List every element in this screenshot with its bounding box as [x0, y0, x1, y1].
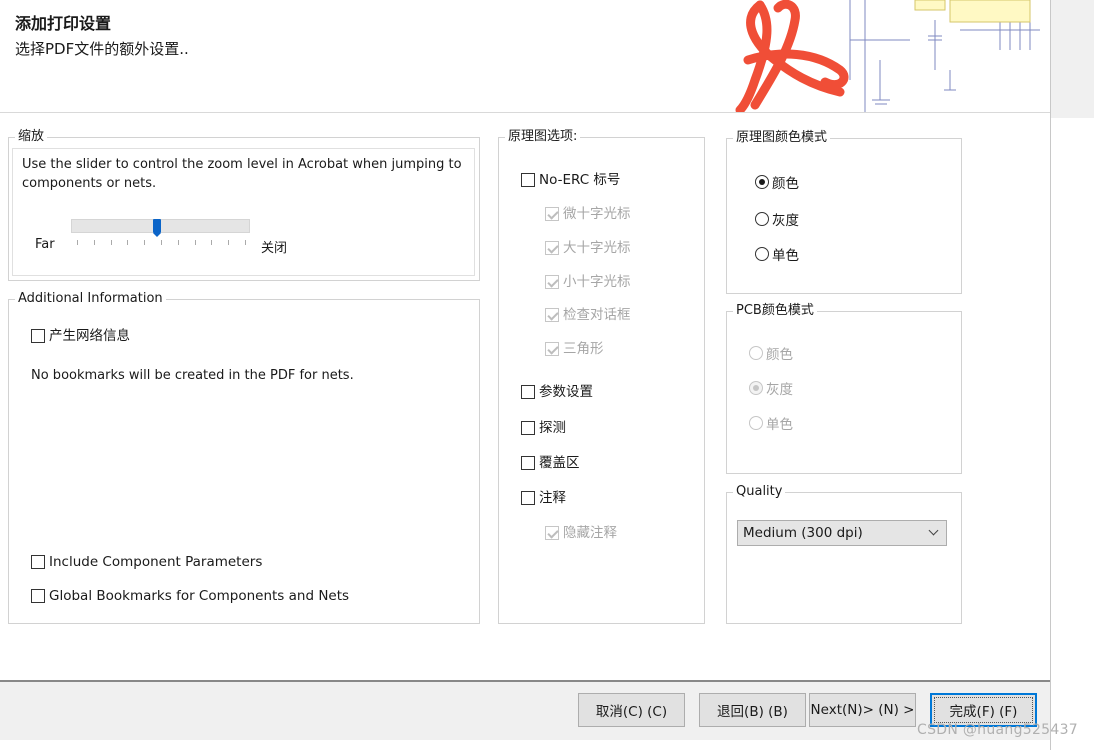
- checkbox-box[interactable]: [521, 491, 535, 505]
- sub-option-4-checkbox: 检查对话框: [545, 307, 631, 323]
- param-settings-label: 参数设置: [539, 384, 593, 400]
- schematic-options-legend: 原理图选项:: [505, 129, 581, 145]
- checkbox-box[interactable]: [521, 173, 535, 187]
- probe-label: 探测: [539, 420, 566, 436]
- include-params-label: Include Component Parameters: [49, 554, 263, 570]
- slider-tick: [144, 240, 145, 245]
- cover-area-label: 覆盖区: [539, 455, 580, 471]
- sch-color-label: 颜色: [772, 176, 799, 192]
- sch-color-radio[interactable]: 颜色: [755, 172, 799, 192]
- hide-notes-label: 隐藏注释: [563, 525, 617, 541]
- radio-circle: [749, 416, 763, 430]
- radio-circle[interactable]: [755, 212, 769, 226]
- param-settings-checkbox[interactable]: 参数设置: [521, 384, 593, 400]
- pcb-color-label: 颜色: [766, 347, 793, 363]
- slider-tick: [94, 240, 95, 245]
- sub-option-5-label: 三角形: [563, 341, 604, 357]
- notes-checkbox[interactable]: 注释: [521, 490, 566, 506]
- checkbox-box[interactable]: [521, 421, 535, 435]
- sch-mono-radio[interactable]: 单色: [755, 244, 799, 264]
- slider-tick: [127, 240, 128, 245]
- pcb-mono-label: 单色: [766, 417, 793, 433]
- hide-notes-checkbox: 隐藏注释: [545, 525, 617, 541]
- radio-circle: [749, 381, 763, 395]
- watermark-text: CSDN @huang525437: [917, 722, 1078, 738]
- net-info-label: 产生网络信息: [49, 328, 130, 344]
- zoom-legend: 缩放: [15, 129, 48, 145]
- radio-circle[interactable]: [755, 247, 769, 261]
- sch-color-mode-legend: 原理图颜色模式: [733, 130, 831, 146]
- include-params-checkbox[interactable]: Include Component Parameters: [31, 554, 262, 570]
- global-bookmarks-checkbox[interactable]: Global Bookmarks for Components and Nets: [31, 588, 349, 604]
- checkbox-box[interactable]: [31, 589, 45, 603]
- no-erc-checkbox[interactable]: No-ERC 标号: [521, 172, 620, 188]
- sch-grayscale-radio[interactable]: 灰度: [755, 209, 799, 229]
- acrobat-logo-icon: [700, 0, 1050, 112]
- checkbox-box[interactable]: [521, 385, 535, 399]
- net-info-checkbox[interactable]: 产生网络信息: [31, 328, 130, 344]
- probe-checkbox[interactable]: 探测: [521, 420, 566, 436]
- checkbox-box[interactable]: [521, 456, 535, 470]
- zoom-slider-thumb[interactable]: [153, 219, 161, 237]
- radio-circle[interactable]: [755, 175, 769, 189]
- pcb-color-radio: 颜色: [749, 343, 793, 363]
- cover-area-checkbox[interactable]: 覆盖区: [521, 455, 580, 471]
- sub-option-2-label: 大十字光标: [563, 240, 631, 256]
- next-button[interactable]: Next(N)> (N) >: [809, 693, 916, 727]
- quality-group: Quality: [726, 484, 962, 624]
- finish-button-label: 完成(F) (F): [949, 704, 1018, 720]
- zoom-far-label: Far: [35, 237, 55, 252]
- slider-tick: [245, 240, 246, 245]
- notes-label: 注释: [539, 490, 566, 506]
- sub-option-4-label: 检查对话框: [563, 307, 631, 323]
- pcb-mono-radio: 单色: [749, 413, 793, 433]
- slider-tick: [195, 240, 196, 245]
- slider-tick: [111, 240, 112, 245]
- checkbox-box: [545, 526, 559, 540]
- sch-grayscale-label: 灰度: [772, 213, 799, 229]
- sub-option-3-checkbox: 小十字光标: [545, 274, 631, 290]
- net-bookmarks-note: No bookmarks will be created in the PDF …: [31, 368, 354, 383]
- pcb-grayscale-label: 灰度: [766, 382, 793, 398]
- checkbox-box: [545, 308, 559, 322]
- sub-option-2-checkbox: 大十字光标: [545, 240, 631, 256]
- sub-option-1-checkbox: 微十字光标: [545, 206, 631, 222]
- back-button[interactable]: 退回(B) (B): [699, 693, 806, 727]
- checkbox-box: [545, 275, 559, 289]
- checkbox-box[interactable]: [31, 329, 45, 343]
- checkbox-box: [545, 207, 559, 221]
- sub-option-1-label: 微十字光标: [563, 206, 631, 222]
- background-window-strip: [1051, 0, 1094, 118]
- acrobat-banner-image: [700, 0, 1050, 112]
- radio-circle: [749, 346, 763, 360]
- slider-tick: [211, 240, 212, 245]
- additional-info-legend: Additional Information: [15, 291, 166, 307]
- no-erc-label: No-ERC 标号: [539, 172, 621, 188]
- checkbox-box[interactable]: [31, 555, 45, 569]
- sub-option-5-checkbox: 三角形: [545, 341, 604, 357]
- sch-mono-label: 单色: [772, 248, 799, 264]
- slider-tick: [228, 240, 229, 245]
- zoom-description: Use the slider to control the zoom level…: [22, 157, 462, 191]
- slider-tick: [161, 240, 162, 245]
- checkbox-box: [545, 241, 559, 255]
- header-separator: [0, 112, 1050, 113]
- chevron-down-icon: [928, 525, 939, 536]
- pcb-grayscale-radio: 灰度: [749, 378, 793, 398]
- quality-select[interactable]: Medium (300 dpi): [737, 520, 947, 546]
- slider-tick: [77, 240, 78, 245]
- sub-option-3-label: 小十字光标: [563, 274, 631, 290]
- quality-legend: Quality: [733, 484, 786, 500]
- page-title: 添加打印设置: [15, 14, 112, 33]
- cancel-button[interactable]: 取消(C) (C): [578, 693, 685, 727]
- additional-info-group: Additional Information: [8, 291, 480, 624]
- zoom-off-label: 关闭: [261, 241, 288, 256]
- global-bookmarks-label: Global Bookmarks for Components and Nets: [49, 588, 350, 604]
- slider-tick: [178, 240, 179, 245]
- quality-select-value: Medium (300 dpi): [743, 525, 863, 541]
- pcb-color-mode-legend: PCB颜色模式: [733, 303, 817, 319]
- checkbox-box: [545, 342, 559, 356]
- page-subtitle: 选择PDF文件的额外设置..: [15, 40, 189, 58]
